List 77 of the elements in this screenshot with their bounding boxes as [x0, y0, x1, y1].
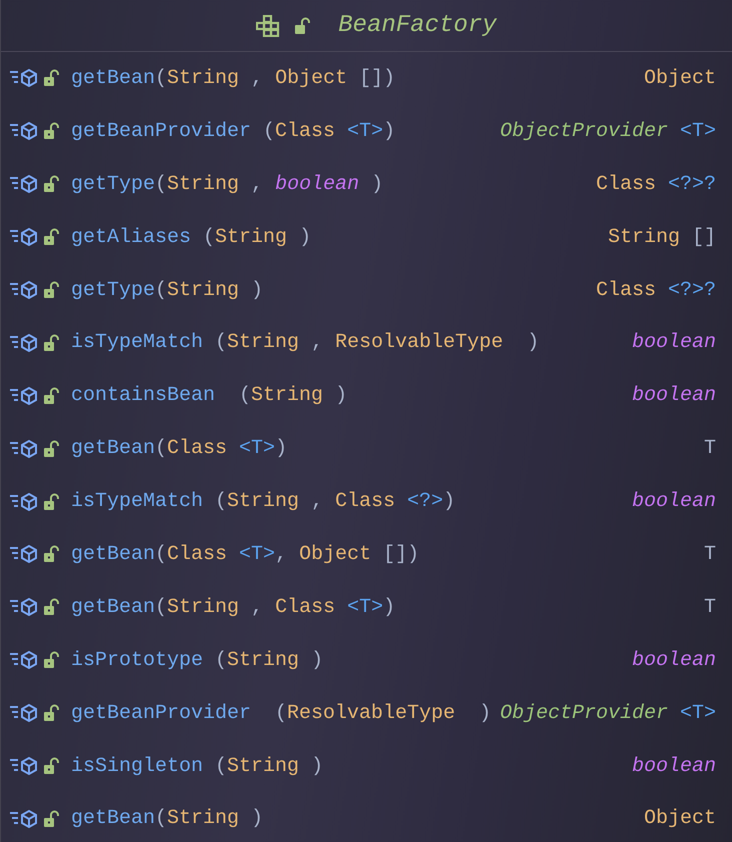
method-icon: [9, 174, 39, 194]
method-name[interactable]: getBeanProvider: [71, 702, 252, 725]
method-icon: [9, 544, 39, 564]
method-icon: [9, 438, 39, 459]
return-type: ObjectProvider <T>: [500, 120, 716, 143]
unlocked-lock-icon: [43, 386, 59, 405]
method-parameters: (String ): [214, 754, 324, 778]
unlocked-lock-icon: [43, 545, 59, 564]
method-name[interactable]: getType: [71, 172, 156, 196]
method-icon: [9, 703, 39, 724]
method-name[interactable]: getBeanProvider: [71, 120, 252, 143]
method-name[interactable]: isSingleton: [71, 754, 204, 778]
method-parameters: (String ): [202, 226, 312, 249]
unlocked-lock-icon: [294, 16, 310, 34]
method-name[interactable]: containsBean: [71, 384, 216, 408]
return-type: Class <?>?: [596, 172, 716, 196]
method-name[interactable]: getBean: [71, 542, 156, 566]
unlocked-lock-icon: [43, 651, 59, 670]
method-name[interactable]: isTypeMatch: [71, 490, 204, 514]
method-parameters: (String ): [238, 384, 348, 408]
return-type: T: [704, 596, 716, 619]
method-parameters: (String , Class <T>): [155, 596, 396, 619]
method-name[interactable]: getType: [71, 278, 156, 302]
method-icon: [9, 386, 39, 406]
return-type: Class <?>?: [596, 278, 716, 302]
method-parameters: (String , boolean ): [155, 172, 384, 196]
unlocked-lock-icon: [43, 281, 59, 299]
unlocked-lock-icon: [43, 175, 59, 194]
unlocked-lock-icon: [43, 228, 59, 246]
return-type: boolean: [632, 331, 716, 354]
method-parameters: (String , ResolvableType ): [214, 331, 540, 354]
method-icon: [9, 68, 39, 88]
method-parameters: (String ): [155, 278, 264, 302]
return-type: boolean: [632, 648, 716, 672]
method-icon: [9, 227, 39, 248]
method-parameters: (ResolvableType ): [274, 702, 492, 725]
method-icon: [9, 280, 39, 300]
method-icon: [9, 492, 39, 512]
unlocked-lock-icon: [43, 757, 59, 776]
method-icon: [9, 121, 39, 142]
unlocked-lock-icon: [43, 492, 59, 511]
method-name[interactable]: isTypeMatch: [71, 331, 204, 354]
unlocked-lock-icon: [43, 704, 59, 722]
method-parameters: (Class <T>): [262, 120, 396, 143]
return-type: ObjectProvider <T>: [500, 702, 716, 725]
method-parameters: (String ): [155, 807, 264, 830]
return-type: boolean: [632, 754, 716, 778]
unlocked-lock-icon: [43, 810, 59, 828]
method-parameters: (String , Class <?>): [214, 490, 456, 514]
method-icon: [9, 650, 39, 670]
method-name[interactable]: getBean: [71, 437, 156, 460]
return-type: boolean: [632, 490, 716, 514]
method-name[interactable]: getBean: [71, 596, 156, 619]
method-icon: [9, 756, 39, 776]
return-type: Object: [644, 807, 716, 830]
method-icon: [9, 332, 39, 353]
return-type: boolean: [632, 384, 716, 408]
class-title: BeanFactory: [338, 12, 497, 39]
method-parameters: (String , Object []): [155, 66, 396, 90]
unlocked-lock-icon: [43, 334, 59, 352]
method-icon: [9, 808, 39, 829]
unlocked-lock-icon: [43, 69, 59, 88]
method-parameters: (Class <T>): [155, 437, 288, 460]
return-type: Object: [644, 66, 716, 90]
method-name[interactable]: getBean: [71, 807, 156, 830]
method-parameters: (String ): [214, 648, 324, 672]
method-parameters: (Class <T>, Object []): [155, 542, 420, 566]
method-name[interactable]: isPrototype: [71, 648, 204, 672]
method-name[interactable]: getBean: [71, 66, 156, 90]
unlocked-lock-icon: [43, 598, 59, 616]
return-type: T: [704, 437, 716, 460]
method-icon: [9, 597, 39, 618]
unlocked-lock-icon: [43, 122, 59, 140]
return-type: T: [704, 542, 716, 566]
unlocked-lock-icon: [43, 440, 59, 458]
return-type: String []: [608, 226, 716, 249]
method-name[interactable]: getAliases: [71, 226, 192, 249]
